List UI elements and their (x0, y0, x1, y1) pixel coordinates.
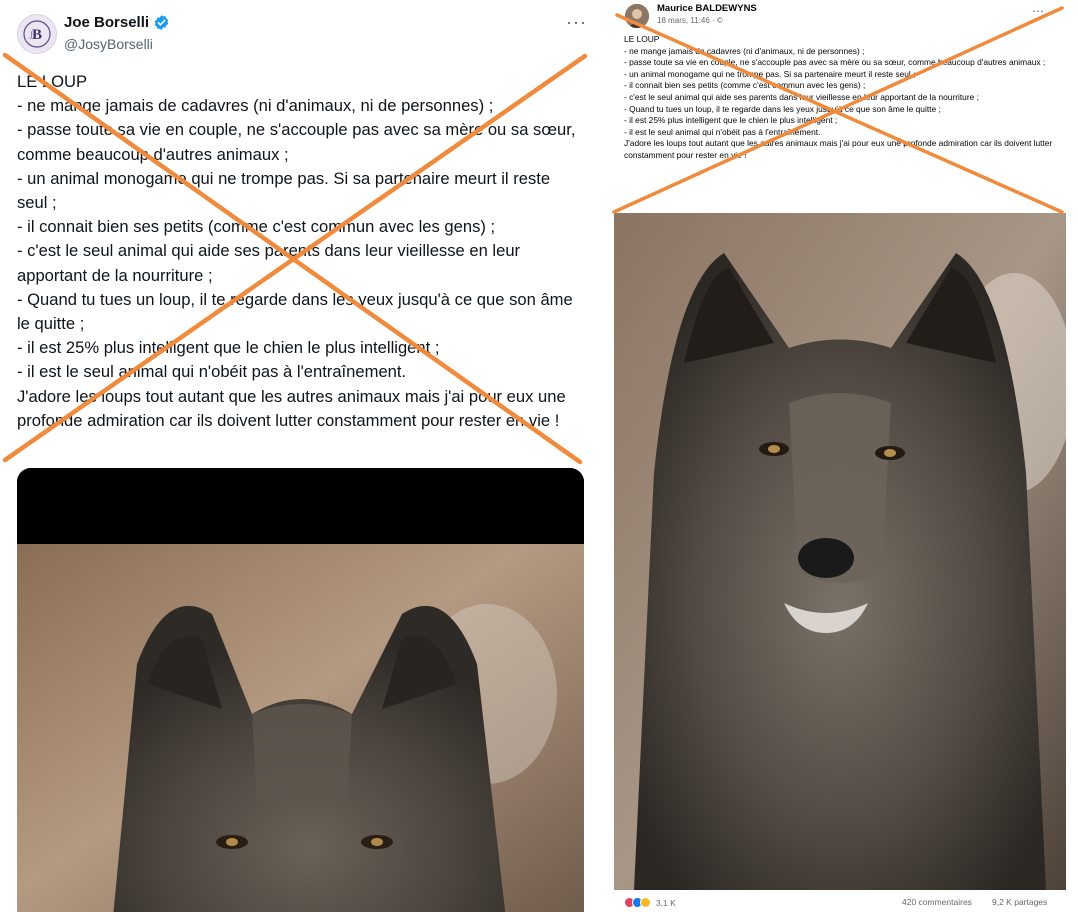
comments-count[interactable]: 420 commentaires (902, 897, 972, 907)
post-line: - Quand tu tues un loup, il te regarde d… (624, 103, 941, 114)
post-line: - il est 25% plus intelligent que le chi… (624, 115, 838, 126)
post-line: - ne mange jamais de cadavres (ni d'anim… (624, 45, 865, 56)
post-line: - ne mange jamais de cadavres (ni d'anim… (17, 96, 494, 116)
profile-photo-icon (625, 4, 649, 28)
post-line: - c'est le seul animal qui aide ses pare… (17, 241, 521, 285)
post-line: - passe toute sa vie en couple, ne s'acc… (624, 57, 1046, 68)
svg-text:J: J (29, 28, 34, 42)
post-line: LE LOUP (624, 34, 660, 44)
haha-reaction-icon (640, 897, 651, 908)
monogram-logo-icon: B J (23, 20, 51, 48)
post-line: - un animal monogame qui ne trompe pas. … (624, 68, 916, 79)
post-line: - il est le seul animal qui n'obéit pas … (17, 362, 407, 382)
twitter-post-text: LE LOUP - ne mange jamais de cadavres (n… (17, 70, 583, 433)
twitter-avatar[interactable]: B J (17, 14, 57, 54)
wolf-photo[interactable] (17, 544, 584, 912)
reactions-count[interactable]: 3,1 K (656, 898, 676, 908)
more-options-icon[interactable]: ··· (566, 12, 587, 33)
post-line: - Quand tu tues un loup, il te regarde d… (17, 289, 573, 334)
facebook-author-name[interactable]: Maurice BALDEWYNS (657, 3, 757, 14)
post-line: J'adore les loups tout autant que les au… (624, 138, 1053, 160)
media-letterbox (17, 468, 584, 544)
post-line: LE LOUP (17, 72, 88, 91)
wolf-photo[interactable] (614, 213, 1066, 890)
verified-badge-icon (154, 15, 169, 30)
facebook-avatar[interactable] (625, 4, 649, 28)
twitter-author-name[interactable]: Joe Borselli (64, 14, 170, 31)
facebook-post-footer: 3,1 K 420 commentaires 9,2 K partages (612, 893, 1078, 912)
svg-text:B: B (32, 27, 42, 43)
facebook-post-text: LE LOUP - ne mange jamais de cadavres (n… (624, 34, 1064, 162)
post-line: - il est le seul animal qui n'obéit pas … (624, 126, 821, 137)
author-name-text[interactable]: Joe Borselli (64, 14, 149, 31)
post-line: J'adore les loups tout autant que les au… (17, 386, 566, 430)
post-line: - passe toute sa vie en couple, ne s'acc… (17, 120, 576, 164)
shares-count[interactable]: 9,2 K partages (992, 897, 1047, 907)
more-options-icon[interactable]: ⋯ (1032, 4, 1044, 18)
twitter-handle[interactable]: @JosyBorselli (64, 36, 153, 52)
facebook-post: Maurice BALDEWYNS 18 mars, 11:46 · © ⋯ L… (612, 0, 1078, 912)
post-line: - il connait bien ses petits (comme c'es… (624, 80, 866, 91)
twitter-post: B J Joe Borselli @JosyBorselli ··· LE LO… (0, 0, 601, 912)
post-line: - c'est le seul animal qui aide ses pare… (624, 91, 979, 102)
facebook-post-meta[interactable]: 18 mars, 11:46 · © (657, 16, 723, 25)
twitter-post-media[interactable] (17, 468, 584, 912)
facebook-post-media[interactable] (614, 213, 1066, 890)
post-line: - un animal monogame qui ne trompe pas. … (17, 168, 551, 213)
post-line: - il est 25% plus intelligent que le chi… (17, 338, 440, 358)
post-line: - il connait bien ses petits (comme c'es… (17, 217, 496, 237)
reaction-summary[interactable]: 3,1 K (624, 897, 676, 908)
